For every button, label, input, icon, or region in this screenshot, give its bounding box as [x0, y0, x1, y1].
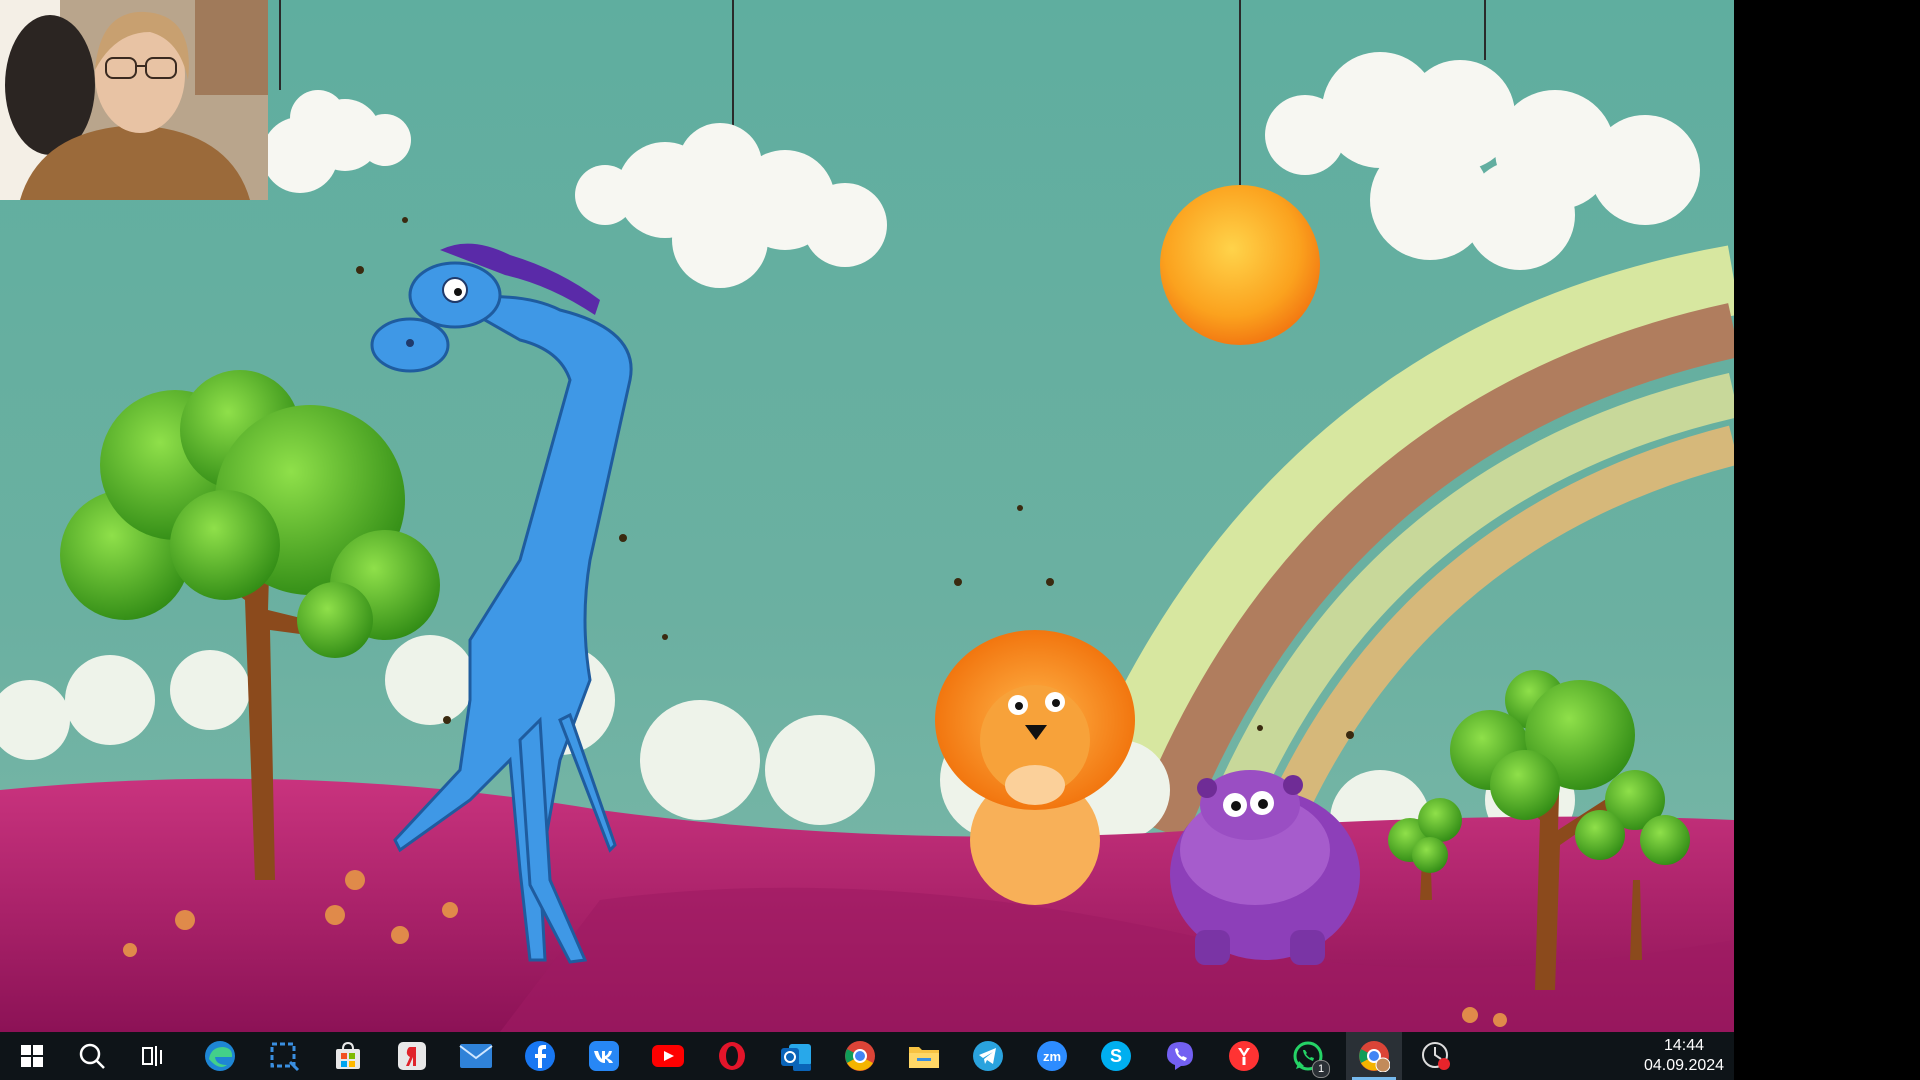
taskbar-snipping-tool[interactable] [256, 1032, 312, 1080]
taskbar-outlook[interactable] [768, 1032, 824, 1080]
outlook-icon [781, 1044, 811, 1071]
system-clock[interactable]: 14:44 04.09.2024 [1636, 1036, 1732, 1078]
skype-icon: S [1101, 1041, 1131, 1071]
taskbar-zoom[interactable]: zm [1024, 1032, 1080, 1080]
taskbar-yandex-browser[interactable] [1216, 1032, 1272, 1080]
zoom-icon: zm [1037, 1041, 1067, 1071]
vk-icon [589, 1041, 619, 1071]
taskbar-opera[interactable] [704, 1032, 760, 1080]
yandex-browser-icon [1229, 1041, 1259, 1071]
task-view-button[interactable] [126, 1032, 182, 1080]
store-icon [336, 1041, 360, 1069]
taskbar-skype[interactable]: S [1088, 1032, 1144, 1080]
person-video-feed [0, 0, 268, 200]
taskbar-chrome[interactable] [832, 1032, 888, 1080]
taskbar-yandex[interactable] [384, 1032, 440, 1080]
windows-start-icon [21, 1045, 43, 1067]
search-button[interactable] [64, 1032, 120, 1080]
taskbar-facebook[interactable] [512, 1032, 568, 1080]
svg-text:zm: zm [1043, 1049, 1061, 1064]
task-view-icon [142, 1046, 162, 1066]
search-icon [79, 1043, 105, 1069]
taskbar-screen-recorder[interactable] [1408, 1032, 1464, 1080]
taskbar-youtube[interactable] [640, 1032, 696, 1080]
taskbar-viber[interactable] [1152, 1032, 1208, 1080]
recorder-icon [1422, 1042, 1450, 1070]
yandex-icon [398, 1042, 426, 1070]
clock-time: 14:44 [1663, 1037, 1705, 1054]
viber-icon [1167, 1042, 1193, 1070]
chrome-profile-icon [1359, 1041, 1390, 1072]
whatsapp-badge: 1 [1312, 1060, 1330, 1078]
taskbar-whatsapp[interactable]: 1 [1280, 1032, 1336, 1080]
mail-icon [459, 1044, 493, 1068]
webcam-overlay [0, 0, 268, 200]
telegram-icon [973, 1041, 1003, 1071]
snipping-tool-icon [270, 1042, 300, 1072]
clock-date: 04.09.2024 [1643, 1057, 1725, 1074]
taskbar-chrome-profile[interactable] [1346, 1032, 1402, 1080]
chrome-icon [845, 1041, 875, 1071]
youtube-icon [652, 1045, 684, 1067]
edge-icon [205, 1041, 235, 1071]
svg-text:S: S [1110, 1046, 1122, 1066]
opera-icon [719, 1042, 745, 1070]
taskbar-edge[interactable] [192, 1032, 248, 1080]
screen-black-bar [1734, 0, 1920, 1080]
taskbar-mail[interactable] [448, 1032, 504, 1080]
taskbar-store[interactable] [320, 1032, 376, 1080]
taskbar-file-explorer[interactable] [896, 1032, 952, 1080]
taskbar: zm S 1 14:44 04.09.2024 [0, 1032, 1734, 1080]
file-explorer-icon [909, 1047, 939, 1068]
taskbar-vk[interactable] [576, 1032, 632, 1080]
start-button[interactable] [4, 1032, 60, 1080]
taskbar-telegram[interactable] [960, 1032, 1016, 1080]
facebook-icon [525, 1041, 555, 1071]
